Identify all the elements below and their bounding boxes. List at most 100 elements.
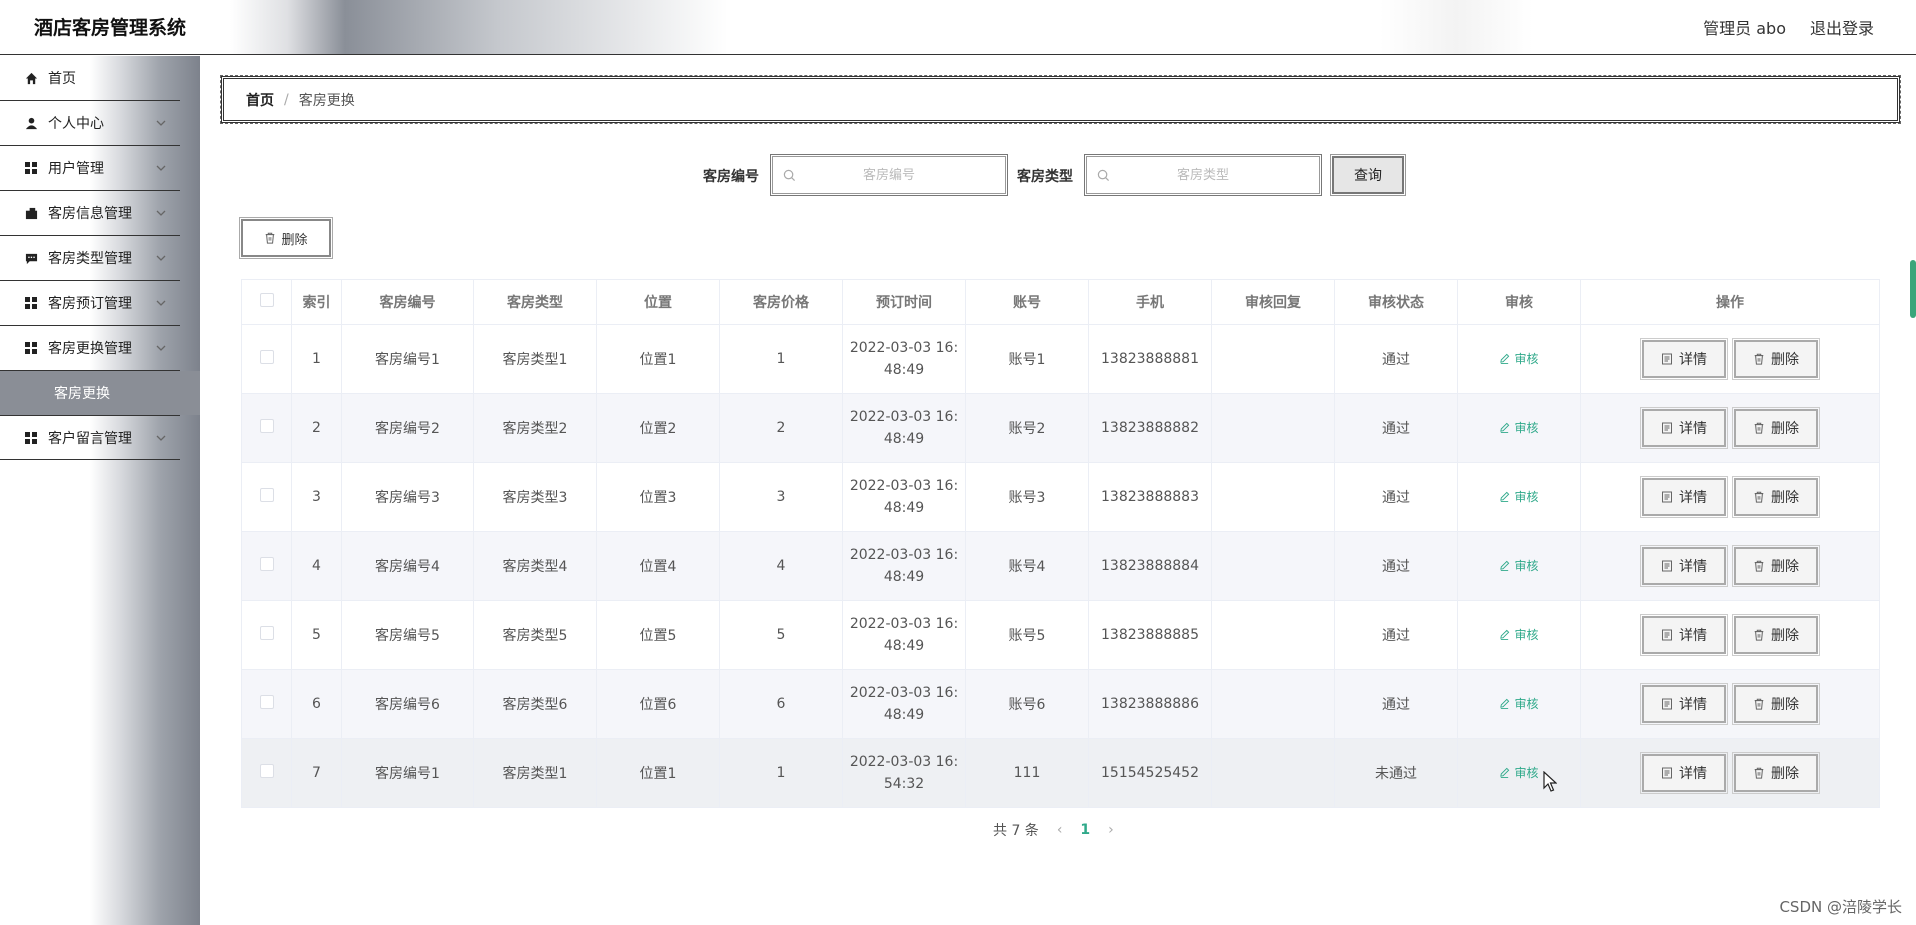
room-no-field[interactable] xyxy=(770,154,1008,196)
cell-phone: 15154525452 xyxy=(1088,738,1212,808)
logout-link[interactable]: 退出登录 xyxy=(1810,15,1874,39)
cell-location: 位置6 xyxy=(596,669,720,739)
cell-price: 2 xyxy=(719,393,843,463)
cell-account: 账号2 xyxy=(965,393,1089,463)
column-header: 客房类型 xyxy=(473,279,597,325)
breadcrumb-home[interactable]: 首页 xyxy=(246,90,274,110)
row-checkbox[interactable] xyxy=(259,626,274,640)
document-icon xyxy=(1662,698,1672,710)
detail-button[interactable]: 详情 xyxy=(1640,752,1728,794)
booking-time-clock: 48:49 xyxy=(883,362,925,378)
room-type-field[interactable] xyxy=(1084,154,1322,196)
detail-button[interactable]: 详情 xyxy=(1640,476,1728,518)
sidebar-item-room-booking[interactable]: 客房预订管理 xyxy=(0,281,180,326)
cell-room-no: 客房编号3 xyxy=(341,462,474,532)
delete-button[interactable]: 删除 xyxy=(1732,752,1820,794)
room-no-input[interactable] xyxy=(773,157,1005,193)
sidebar-subitem-room-change[interactable]: 客房更换 xyxy=(0,371,200,415)
cell-actions: 详情 删除 xyxy=(1580,738,1880,808)
cell-account: 账号1 xyxy=(965,324,1089,394)
trash-icon xyxy=(1754,767,1764,779)
sidebar-item-home[interactable]: 首页 xyxy=(0,56,180,101)
batch-delete-button[interactable]: 删除 xyxy=(239,217,333,259)
cell-room-no: 客房编号1 xyxy=(341,738,474,808)
pagination: 共 7 条 ‹ 1 › xyxy=(993,820,1114,840)
cell-location: 位置1 xyxy=(596,738,720,808)
cell-room-type: 客房类型6 xyxy=(473,669,597,739)
detail-label: 详情 xyxy=(1679,421,1707,437)
cell-idx: 4 xyxy=(291,531,342,601)
query-button[interactable]: 查询 xyxy=(1330,154,1406,196)
audit-link[interactable]: 审核 xyxy=(1499,626,1539,643)
cell-audit-status: 通过 xyxy=(1334,324,1458,394)
table-row: 6 客房编号6 客房类型6 位置6 6 2022-03-03 16: 48:49 账号6 138… xyxy=(241,669,1880,739)
delete-label: 删除 xyxy=(1771,697,1799,713)
booking-time-clock: 54:32 xyxy=(883,776,925,792)
detail-button[interactable]: 详情 xyxy=(1640,545,1728,587)
sidebar-item-room-type[interactable]: 客房类型管理 xyxy=(0,236,180,281)
delete-button[interactable]: 删除 xyxy=(1732,407,1820,449)
sidebar-item-room-change[interactable]: 客房更换管理 xyxy=(0,326,180,371)
row-checkbox[interactable] xyxy=(259,764,274,778)
cell-audit-status: 通过 xyxy=(1334,462,1458,532)
cell-booking-time: 2022-03-03 16: 48:49 xyxy=(842,462,966,532)
cell-phone: 13823888883 xyxy=(1088,462,1212,532)
delete-button[interactable]: 删除 xyxy=(1732,614,1820,656)
sidebar-item-label: 客房更换管理 xyxy=(48,341,132,357)
column-header: 账号 xyxy=(965,279,1089,325)
cell-idx: 5 xyxy=(291,600,342,670)
delete-button[interactable]: 删除 xyxy=(1732,476,1820,518)
room-type-input[interactable] xyxy=(1087,157,1319,193)
cell-price: 1 xyxy=(719,324,843,394)
audit-label: 审核 xyxy=(1514,421,1539,435)
booking-time-date: 2022-03-03 16: xyxy=(849,754,959,770)
audit-link[interactable]: 审核 xyxy=(1499,488,1539,505)
column-header: 索引 xyxy=(291,279,342,325)
row-checkbox[interactable] xyxy=(259,350,274,364)
select-all-checkbox[interactable] xyxy=(259,293,274,307)
detail-button[interactable]: 详情 xyxy=(1640,407,1728,449)
scrollbar-thumb[interactable] xyxy=(1910,260,1916,318)
delete-label: 删除 xyxy=(1771,352,1799,368)
row-checkbox[interactable] xyxy=(259,695,274,709)
cell-account: 账号4 xyxy=(965,531,1089,601)
detail-label: 详情 xyxy=(1679,766,1707,782)
sidebar-item-guest-messages[interactable]: 客户留言管理 xyxy=(0,415,180,460)
delete-label: 删除 xyxy=(1771,490,1799,506)
delete-button[interactable]: 删除 xyxy=(1732,683,1820,725)
cell-room-no: 客房编号2 xyxy=(341,393,474,463)
next-page-button[interactable]: › xyxy=(1108,822,1114,838)
room-type-label: 客房类型 xyxy=(1017,169,1073,185)
row-checkbox[interactable] xyxy=(259,557,274,571)
sidebar-item-personal-center[interactable]: 个人中心 xyxy=(0,101,180,146)
row-checkbox[interactable] xyxy=(259,488,274,502)
cell-audit-status: 未通过 xyxy=(1334,738,1458,808)
booking-time-date: 2022-03-03 16: xyxy=(849,340,959,356)
delete-button[interactable]: 删除 xyxy=(1732,545,1820,587)
audit-link[interactable]: 审核 xyxy=(1499,419,1539,436)
audit-link[interactable]: 审核 xyxy=(1499,695,1539,712)
row-checkbox[interactable] xyxy=(259,419,274,433)
delete-button[interactable]: 删除 xyxy=(1732,338,1820,380)
detail-button[interactable]: 详情 xyxy=(1640,338,1728,380)
row-select-cell xyxy=(241,669,292,739)
detail-button[interactable]: 详情 xyxy=(1640,683,1728,725)
sidebar-item-label: 客户留言管理 xyxy=(48,430,132,447)
cell-actions: 详情 删除 xyxy=(1580,324,1880,394)
sidebar-item-room-info[interactable]: 客房信息管理 xyxy=(0,191,180,236)
cell-price: 5 xyxy=(719,600,843,670)
audit-link[interactable]: 审核 xyxy=(1499,557,1539,574)
room-change-table: 索引 客房编号 客房类型 位置 客房价格 预订时间 账号 手机 审核回复 审核状… xyxy=(241,279,1880,808)
page-number[interactable]: 1 xyxy=(1080,822,1090,838)
cell-audit-reply xyxy=(1211,462,1335,532)
cell-booking-time: 2022-03-03 16: 48:49 xyxy=(842,393,966,463)
row-select-cell xyxy=(241,393,292,463)
cell-audit: 审核 xyxy=(1457,738,1581,808)
detail-button[interactable]: 详情 xyxy=(1640,614,1728,656)
document-icon xyxy=(1662,767,1672,779)
audit-link[interactable]: 审核 xyxy=(1499,350,1539,367)
table-row: 4 客房编号4 客房类型4 位置4 4 2022-03-03 16: 48:49 账号4 138… xyxy=(241,531,1880,601)
booking-time-date: 2022-03-03 16: xyxy=(849,409,959,425)
audit-link[interactable]: 审核 xyxy=(1499,764,1539,781)
prev-page-button[interactable]: ‹ xyxy=(1057,822,1063,838)
